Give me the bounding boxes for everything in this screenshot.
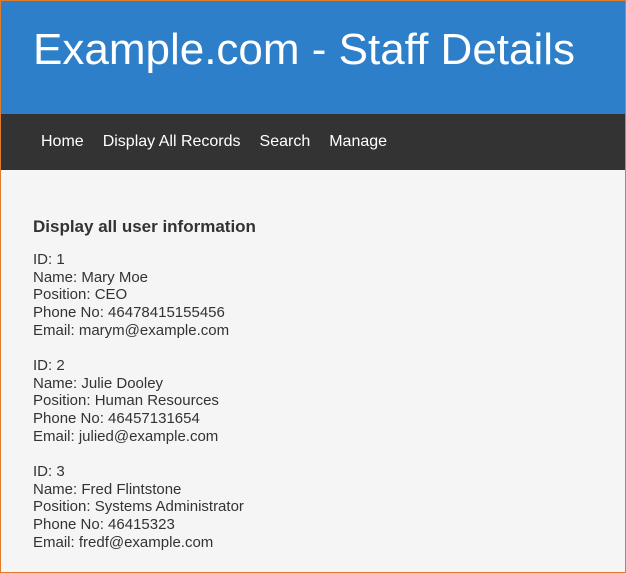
staff-record: ID: 3 Name: Fred Flintstone Position: Sy… [33,463,593,552]
record-phone: Phone No: 46478415155456 [33,304,225,322]
record-position: Position: Human Resources [33,392,219,410]
record-email: Email: marym@example.com [33,321,230,339]
staff-record: ID: 1 Name: Mary Moe Position: CEO Phone… [33,251,593,340]
main-content: Display all user information ID: 1 Name:… [33,215,593,569]
page-heading: Display all user information [33,217,256,236]
site-title: Example.com - Staff Details [33,25,576,74]
record-id: ID: 1 [33,251,65,268]
record-email: Email: julied@example.com [33,427,219,445]
record-id: ID: 2 [33,357,65,375]
nav-search-link[interactable]: Search [260,133,311,151]
record-name: Name: Julie Dooley [33,374,164,392]
nav-manage-link[interactable]: Manage [329,133,387,151]
record-name: Name: Mary Moe [33,268,149,286]
nav-display-all-records-link[interactable]: Display All Records [103,133,241,151]
site-header: Example.com - Staff Details [1,1,625,114]
record-position: Position: CEO [33,286,128,304]
record-email: Email: fredf@example.com [33,533,214,551]
record-position: Position: Systems Administrator [33,498,244,516]
record-id: ID: 3 [33,463,65,481]
record-phone: Phone No: 46415323 [33,516,175,534]
staff-record: ID: 2 Name: Julie Dooley Position: Human… [33,357,593,446]
main-nav: Home Display All Records Search Manage [1,114,625,170]
record-phone: Phone No: 46457131654 [33,410,200,428]
nav-home-link[interactable]: Home [41,133,84,151]
record-name: Name: Fred Flintstone [33,480,182,498]
